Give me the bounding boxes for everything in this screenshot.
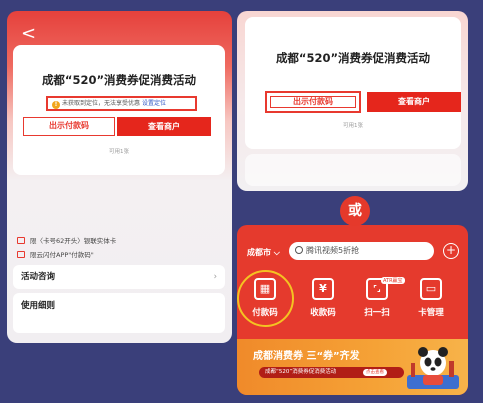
coupon-card: 成都“520”消费券促消费活动 ! 未获取到定位，无法享受优惠 设置定位 出示付款… (13, 45, 225, 175)
quick-action-payment-code[interactable]: ▦ 付款码 (237, 270, 294, 327)
receive-code-icon: ¥ (312, 278, 334, 300)
highlight-frame (270, 96, 356, 108)
quick-action-receive-code[interactable]: ¥ 收款码 (301, 278, 345, 318)
quick-action-card-manage[interactable]: ▭ 卡管理 (409, 278, 453, 318)
qr-icon (17, 251, 25, 258)
panda-illustration (407, 347, 459, 389)
coupon-card: 成都“520”消费券促消费活动 出示付款码 查看商户 可用1张 (245, 17, 461, 149)
search-input[interactable]: 腾讯视频5折抢 (289, 242, 434, 260)
usage-details-row[interactable]: 使用细则 (13, 293, 225, 333)
rule-text: 限〈卡号62开头〉银联实体卡 (30, 237, 117, 245)
search-placeholder: 腾讯视频5折抢 (306, 246, 360, 255)
activity-consult-row[interactable]: 活动咨询 › (13, 265, 225, 289)
plus-icon[interactable]: + (443, 243, 459, 259)
secondary-card (245, 154, 461, 186)
banner-view-tag[interactable]: 点击查看 (363, 369, 387, 376)
app-home-panel: 成都市 ⌵ 腾讯视频5折抢 + ▦ 付款码 ¥ 收款码 ATR赢宝 ⌜⌟ 扫一扫… (237, 225, 468, 395)
coupon-title: 成都“520”消费券促消费活动 (41, 73, 197, 87)
left-coupon-panel: < 成都“520”消费券促消费活动 ! 未获取到定位，无法享受优惠 设置定位 出示… (7, 11, 232, 343)
location-notice: ! 未获取到定位，无法享受优惠 设置定位 (46, 96, 197, 111)
show-payment-code-button[interactable]: 出示付款码 (265, 91, 361, 113)
coupon-title: 成都“520”消费券促消费活动 (275, 51, 431, 65)
rule-card-type: 限〈卡号62开头〉银联实体卡 (17, 235, 116, 245)
highlight-ring (237, 270, 294, 327)
availability-text: 可用1张 (109, 149, 129, 155)
city-selector[interactable]: 成都市 ⌵ (247, 247, 280, 258)
availability-text: 可用1张 (343, 123, 363, 129)
quick-action-scan[interactable]: ⌜⌟ 扫一扫 (355, 278, 399, 318)
quick-action-label: 扫一扫 (364, 308, 390, 318)
promo-banner[interactable]: 成都消费券 三“券”齐发 成都“520”消费券促消费活动 点击查看 (237, 339, 468, 395)
chevron-right-icon: › (213, 272, 217, 282)
scan-badge: ATR赢宝 (381, 277, 405, 284)
usage-details-label: 使用细则 (21, 301, 56, 311)
back-icon[interactable]: < (21, 25, 36, 43)
search-icon (295, 246, 303, 254)
card-icon: ▭ (420, 278, 442, 300)
quick-action-label: 卡管理 (418, 308, 444, 318)
or-badge: 或 (340, 196, 370, 226)
rule-app-code: 限云闪付APP"付款码" (17, 249, 94, 259)
set-location-link[interactable]: 设置定位 (142, 100, 166, 107)
view-merchants-button[interactable]: 查看商户 (117, 117, 211, 136)
warning-icon: ! (52, 101, 60, 109)
right-coupon-panel: 成都“520”消费券促消费活动 出示付款码 查看商户 可用1张 (237, 11, 468, 191)
rule-text: 限云闪付APP"付款码" (30, 251, 94, 259)
view-merchants-button[interactable]: 查看商户 (367, 92, 461, 112)
activity-consult-label: 活动咨询 (21, 272, 56, 282)
card-icon (17, 237, 25, 244)
location-notice-text: 未获取到定位，无法享受优惠 (62, 100, 141, 107)
quick-action-label: 收款码 (310, 308, 336, 318)
banner-title: 成都消费券 三“券”齐发 (253, 351, 360, 362)
show-payment-code-button[interactable]: 出示付款码 (23, 117, 115, 136)
